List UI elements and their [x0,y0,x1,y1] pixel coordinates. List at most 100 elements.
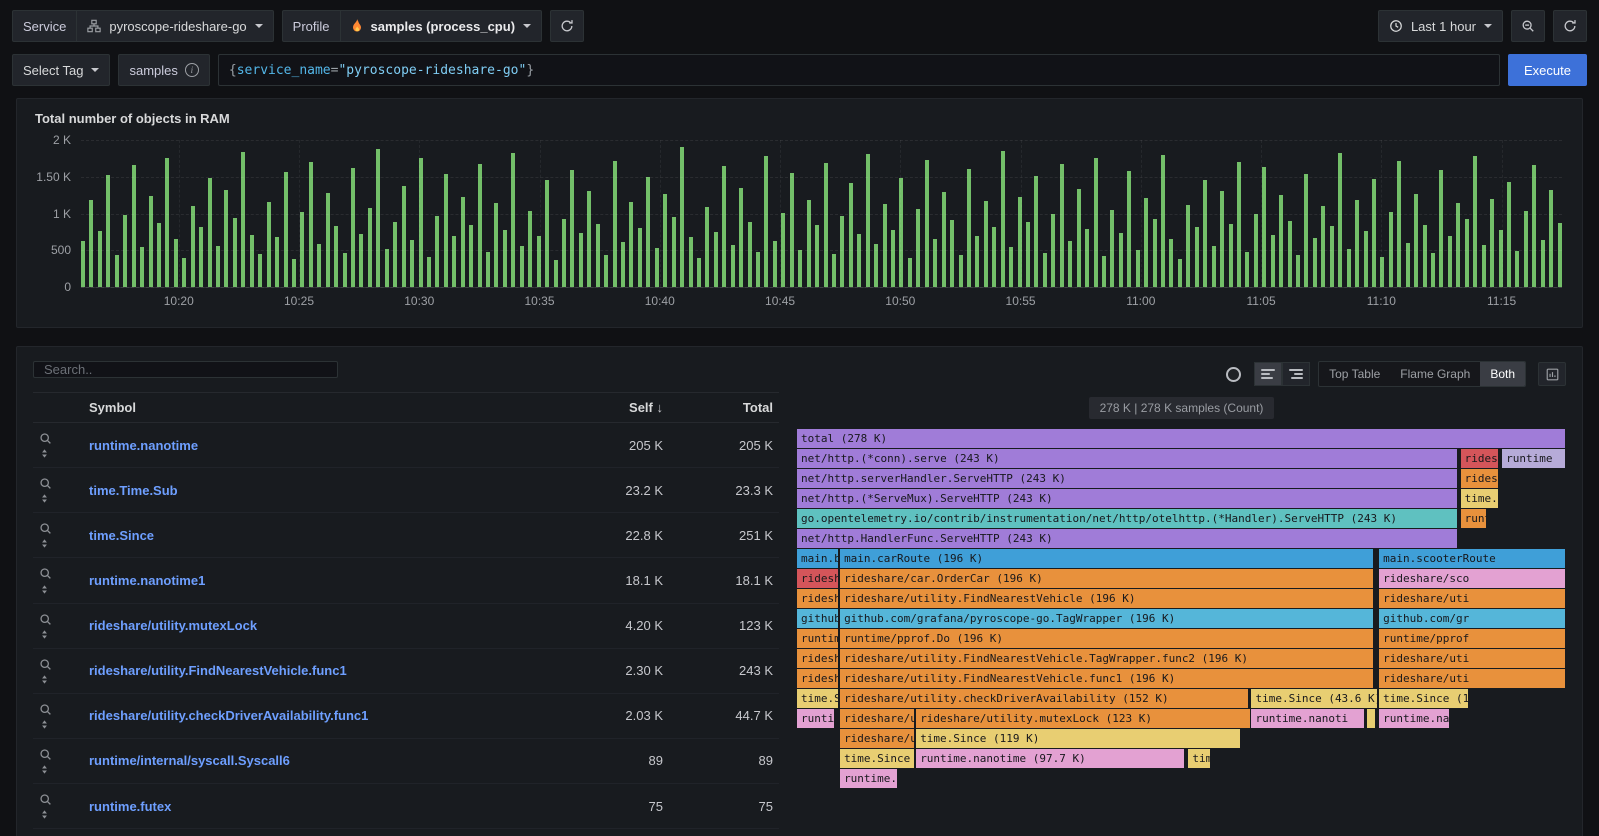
symbol-link[interactable]: rideshare/utility.checkDriverAvailabilit… [89,708,368,723]
info-icon: i [185,63,199,77]
flame-block[interactable]: rideshare/ut [840,709,914,728]
color-scheme-toggle[interactable] [1220,361,1246,387]
symbol-link[interactable]: rideshare/utility.FindNearestVehicle.fun… [89,663,347,678]
sandwich-view-icon[interactable] [39,673,50,686]
flame-block[interactable]: net/http.(*conn).serve (243 K) [797,449,1457,468]
metric-chip[interactable]: samples i [118,54,209,86]
focus-search-icon[interactable] [39,703,52,716]
flame-block[interactable]: time.S [797,689,838,708]
sandwich-view-icon[interactable] [39,763,50,776]
chart-bar [933,239,937,288]
focus-search-icon[interactable] [39,477,52,490]
flame-block[interactable]: github.com/grafana/pyroscope-go.TagWrapp… [840,609,1373,628]
focus-search-icon[interactable] [39,613,52,626]
self-column-header[interactable]: Self ↓ [549,393,669,423]
flame-block[interactable]: ridesh [797,589,838,608]
flame-block[interactable]: runtime.n [840,769,897,788]
symbol-link[interactable]: runtime.futex [89,799,171,814]
flame-block[interactable]: time.Since [840,749,914,768]
query-input[interactable]: { service_name = "pyroscope-rideshare-go… [218,54,1500,86]
flame-block[interactable]: runtime/pprof [1379,629,1565,648]
flame-block[interactable]: rideshare/utility.mutexLock (123 K) [916,709,1250,728]
symbol-link[interactable]: rideshare/utility.mutexLock [89,618,257,633]
view-option-flame-graph[interactable]: Flame Graph [1390,362,1480,386]
align-right-button[interactable] [1282,362,1310,386]
flame-block[interactable]: ridesh [797,649,838,668]
flame-block[interactable]: main.b [797,549,838,568]
flame-block[interactable]: time [1188,749,1209,768]
symbol-link[interactable]: runtime.nanotime [89,438,198,453]
symbol-link[interactable]: time.Since [89,528,154,543]
flame-block[interactable] [1367,709,1375,728]
total-column-header[interactable]: Total [669,393,779,423]
flame-block[interactable]: main.carRoute (196 K) [840,549,1373,568]
flame-block[interactable]: ridesh [797,669,838,688]
flame-block[interactable]: runtime.na [1379,709,1449,728]
focus-search-icon[interactable] [39,793,52,806]
focus-search-icon[interactable] [39,522,52,535]
flame-row: main.bmain.carRoute (196 K) main.scooterR… [797,549,1566,568]
flame-block[interactable]: rideshare/car.OrderCar (196 K) [840,569,1373,588]
flame-block[interactable]: runti [797,709,834,728]
flame-block[interactable]: rideshare/uti [1379,589,1565,608]
flame-block[interactable]: runtime.nanoti [1251,709,1363,728]
flame-block[interactable]: rideshare/utility.checkDriverAvailabilit… [840,689,1248,708]
symbol-column-header[interactable]: Symbol [83,393,549,423]
sync-button[interactable] [1553,10,1587,42]
flame-block[interactable]: github.com/gr [1379,609,1565,628]
search-input[interactable] [33,361,338,378]
flame-block[interactable]: rideshare/uti [1379,669,1565,688]
flame-block[interactable]: runtim [797,629,838,648]
sandwich-view-icon[interactable] [39,447,50,460]
flame-block[interactable]: rideshare/ut [840,729,914,748]
flame-block[interactable]: runtime [1502,449,1565,468]
sandwich-view-icon[interactable] [39,492,50,505]
flame-block[interactable]: github [797,609,838,628]
flame-block[interactable]: rideshare/utility.FindNearestVehicle.fun… [840,669,1373,688]
flame-block[interactable]: runtime.nanotime (97.7 K) [916,749,1184,768]
execute-button[interactable]: Execute [1508,54,1587,86]
sandwich-view-icon[interactable] [39,537,50,550]
flame-block[interactable]: time.Since (119 K) [916,729,1240,748]
service-dropdown[interactable]: pyroscope-rideshare-go [76,10,273,42]
gridline [1261,140,1262,287]
time-range-picker[interactable]: Last 1 hour [1378,10,1503,42]
flame-block[interactable]: ridesh [797,569,838,588]
flame-block[interactable]: ridesh [1461,449,1498,468]
profile-dropdown[interactable]: samples (process_cpu) [340,10,543,42]
flame-block[interactable]: time.S [1461,489,1498,508]
focus-search-icon[interactable] [39,748,52,761]
sandwich-view-icon[interactable] [39,628,50,641]
symbol-link[interactable]: runtime/internal/syscall.Syscall6 [89,753,290,768]
flame-block[interactable]: net/http.HandlerFunc.ServeHTTP (243 K) [797,529,1457,548]
sandwich-view-icon[interactable] [39,583,50,596]
flame-block[interactable]: time.Since (1 [1379,689,1468,708]
flame-block[interactable]: rideshare/utility.FindNearestVehicle.Tag… [840,649,1373,668]
focus-search-icon[interactable] [39,658,52,671]
focus-search-icon[interactable] [39,567,52,580]
export-panel-button[interactable] [1538,362,1566,386]
flame-block[interactable]: runti [1461,509,1486,528]
view-option-top-table[interactable]: Top Table [1319,362,1390,386]
flame-block[interactable]: rideshare/utility.FindNearestVehicle (19… [840,589,1373,608]
select-tag-dropdown[interactable]: Select Tag [12,54,110,86]
flame-block[interactable]: main.scooterRoute [1379,549,1565,568]
flame-block[interactable]: go.opentelemetry.io/contrib/instrumentat… [797,509,1457,528]
flame-block[interactable]: net/http.(*ServeMux).ServeHTTP (243 K) [797,489,1457,508]
symbol-link[interactable]: runtime.nanotime1 [89,573,205,588]
zoom-out-button[interactable] [1511,10,1545,42]
flame-block[interactable]: ridesh [1461,469,1498,488]
sandwich-view-icon[interactable] [39,808,50,821]
flame-block[interactable]: total (278 K) [797,429,1565,448]
flame-block[interactable]: rideshare/uti [1379,649,1565,668]
focus-search-icon[interactable] [39,432,52,445]
refresh-button[interactable] [550,10,584,42]
view-option-both[interactable]: Both [1480,362,1525,386]
flame-block[interactable]: runtime/pprof.Do (196 K) [840,629,1373,648]
flame-block[interactable]: net/http.serverHandler.ServeHTTP (243 K) [797,469,1457,488]
symbol-link[interactable]: time.Time.Sub [89,483,178,498]
flame-block[interactable]: rideshare/sco [1379,569,1565,588]
flame-block[interactable]: time.Since (43.6 K) [1251,689,1377,708]
sandwich-view-icon[interactable] [39,718,50,731]
align-left-button[interactable] [1254,362,1282,386]
